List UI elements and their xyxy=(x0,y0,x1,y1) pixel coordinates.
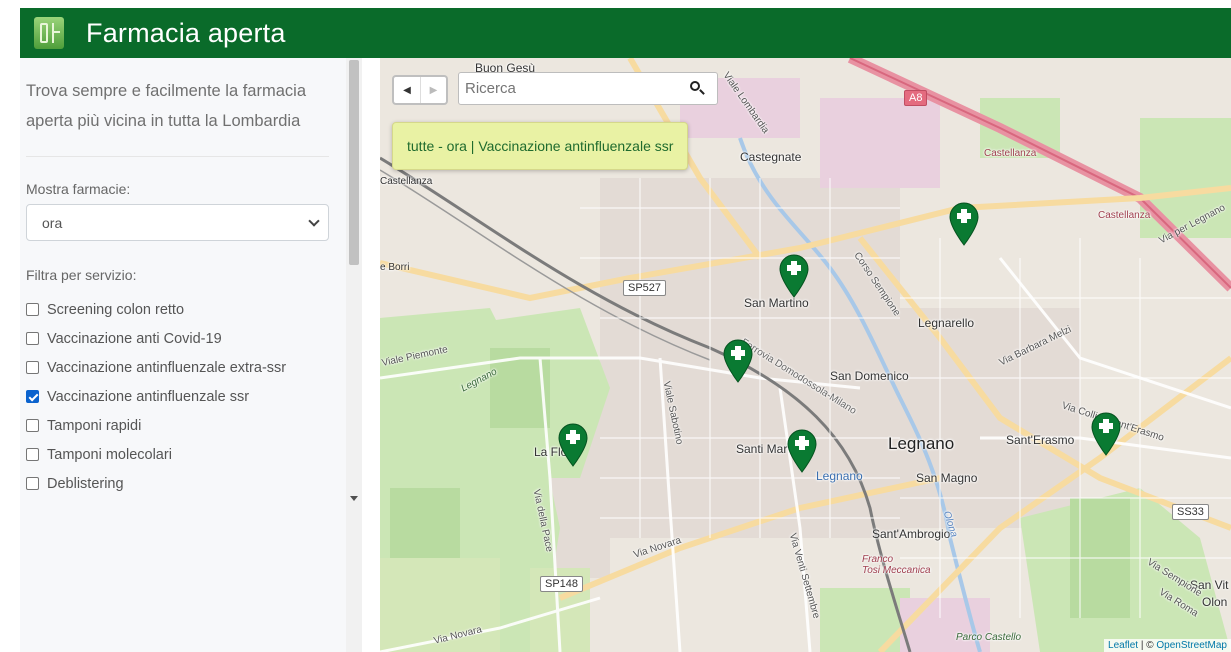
service-checkbox-row[interactable]: Screening colon retto xyxy=(26,295,329,324)
map-view[interactable]: A8 SP527 SP148 SS33 Buon Gesù Castegnate… xyxy=(380,58,1231,652)
place-label: Santi Mar xyxy=(736,442,788,456)
history-back-icon[interactable]: ◀ xyxy=(394,77,420,103)
service-checkbox-row[interactable]: Tamponi molecolari xyxy=(26,440,329,469)
pharmacy-marker-icon[interactable] xyxy=(723,339,753,383)
history-forward-icon[interactable]: ▶ xyxy=(420,77,446,103)
map-search-input[interactable] xyxy=(459,80,687,97)
leaflet-link[interactable]: Leaflet xyxy=(1108,640,1138,651)
service-checkbox[interactable] xyxy=(26,448,39,461)
pharmacy-marker-icon[interactable] xyxy=(558,423,588,467)
place-label: Castegnate xyxy=(740,150,802,164)
place-label: Legnarello xyxy=(918,316,975,330)
place-label: Castellanza xyxy=(380,176,433,187)
service-label: Vaccinazione antinfluenzale extra-ssr xyxy=(47,359,287,376)
show-pharmacies-value: ora xyxy=(42,214,63,231)
service-checkbox-row[interactable]: Vaccinazione antinfluenzale extra-ssr xyxy=(26,353,329,382)
service-label: Deblistering xyxy=(47,475,124,492)
place-label-station: Legnano xyxy=(816,469,863,483)
service-checkbox-row[interactable]: Tamponi rapidi xyxy=(26,411,329,440)
pharmacy-marker-icon[interactable] xyxy=(787,429,817,473)
place-label: Castellanza xyxy=(984,148,1037,159)
show-pharmacies-label: Mostra farmacie: xyxy=(26,181,131,197)
map-search-box xyxy=(458,72,718,105)
service-label: Tamponi molecolari xyxy=(47,446,172,463)
service-checkbox[interactable] xyxy=(26,419,39,432)
place-label: Franco Tosi Meccanica xyxy=(862,554,931,576)
place-label: Parco Castello xyxy=(956,632,1022,643)
filter-service-label: Filtra per servizio: xyxy=(26,267,137,283)
place-label: e Borri xyxy=(380,262,410,273)
service-label: Screening colon retto xyxy=(47,301,185,318)
attribution-separator: | © xyxy=(1138,640,1157,651)
active-filter-tag: tutte - ora | Vaccinazione antinfluenzal… xyxy=(392,122,689,170)
sidebar: Trova sempre e facilmente la farmacia ap… xyxy=(20,58,362,652)
app-header: Farmacia aperta xyxy=(20,8,1231,58)
place-label: Sant'Ambrogio xyxy=(872,527,951,541)
place-label: Olon xyxy=(1202,595,1228,609)
service-checkbox[interactable] xyxy=(26,477,39,490)
sidebar-scrollbar[interactable] xyxy=(346,58,362,652)
place-label: San Domenico xyxy=(830,369,909,383)
service-label: Vaccinazione anti Covid-19 xyxy=(47,330,222,347)
service-label: Vaccinazione antinfluenzale ssr xyxy=(47,388,250,405)
pharmacy-marker-icon[interactable] xyxy=(1091,412,1121,456)
service-checkbox[interactable] xyxy=(26,361,39,374)
pharmacy-marker-icon[interactable] xyxy=(949,202,979,246)
road-shield-ss33: SS33 xyxy=(1172,504,1209,520)
service-label: Tamponi rapidi xyxy=(47,417,142,434)
service-checkbox-row[interactable]: Deblistering xyxy=(26,469,329,498)
road-shield-sp148: SP148 xyxy=(540,576,584,592)
scrollbar-thumb[interactable] xyxy=(349,60,359,265)
service-checkbox-checked[interactable] xyxy=(26,390,39,403)
place-label: Sant'Erasmo xyxy=(1006,433,1075,447)
place-label: San Martino xyxy=(744,296,809,310)
scroll-down-arrow-icon[interactable] xyxy=(350,496,358,501)
history-nav-control: ◀ ▶ xyxy=(392,75,448,105)
place-label: Castellanza xyxy=(1098,210,1151,221)
sidebar-divider xyxy=(26,156,329,157)
service-checkbox-row[interactable]: Vaccinazione antinfluenzale ssr xyxy=(26,382,329,411)
app-title: Farmacia aperta xyxy=(86,17,286,48)
place-label-legnano: Legnano xyxy=(888,434,955,453)
service-checkbox[interactable] xyxy=(26,303,39,316)
chevron-down-icon xyxy=(308,214,320,227)
place-label: San Magno xyxy=(916,471,978,485)
osm-link[interactable]: OpenStreetMap xyxy=(1156,640,1227,651)
search-icon[interactable] xyxy=(687,78,709,100)
road-shield-sp527: SP527 xyxy=(623,280,667,296)
sidebar-content: Trova sempre e facilmente la farmacia ap… xyxy=(26,58,329,498)
pharmacy-marker-icon[interactable] xyxy=(779,254,809,298)
service-checkbox[interactable] xyxy=(26,332,39,345)
map-attribution: Leaflet | © OpenStreetMap xyxy=(1104,639,1231,652)
show-pharmacies-select[interactable]: ora xyxy=(26,204,329,241)
app-logo-icon xyxy=(34,17,64,49)
app-root: Farmacia aperta Trova sempre e facilment… xyxy=(0,0,1231,652)
service-filter-list: Screening colon retto Vaccinazione anti … xyxy=(26,295,329,498)
road-shield-a8: A8 xyxy=(904,90,928,106)
intro-text: Trova sempre e facilmente la farmacia ap… xyxy=(26,82,306,130)
service-checkbox-row[interactable]: Vaccinazione anti Covid-19 xyxy=(26,324,329,353)
